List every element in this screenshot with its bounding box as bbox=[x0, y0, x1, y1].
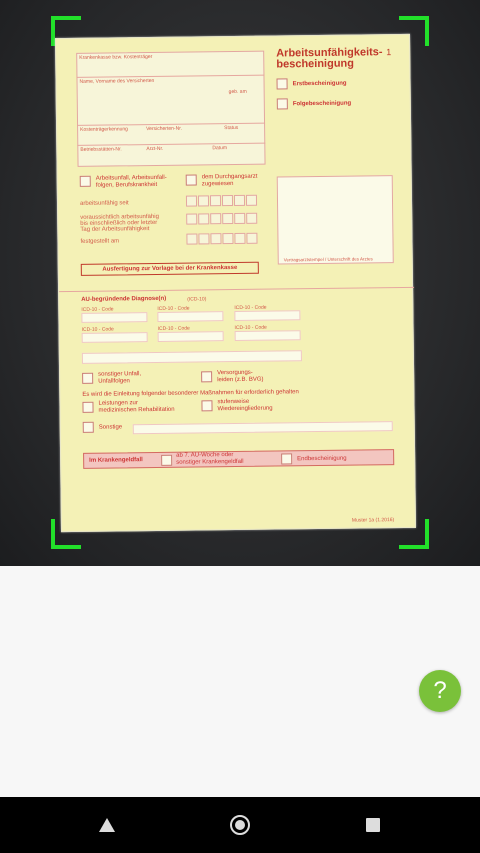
form-title-number: 1 bbox=[386, 47, 392, 58]
label-diagnose: AU-begründende Diagnose(n) bbox=[81, 295, 167, 303]
checkbox-sonstiger-unfall bbox=[82, 372, 94, 384]
checkbox-arbeitsunfall bbox=[79, 175, 91, 187]
field-datum: Datum bbox=[212, 145, 228, 152]
icd-field-5 bbox=[157, 331, 224, 342]
label-leistungen-reha: Leistungen zur medizinischen Rehabilitat… bbox=[98, 400, 175, 414]
field-krankenkasse: Krankenkasse bzw. Kostenträger bbox=[79, 53, 153, 61]
label-voraussichtlich: voraussichtlich arbeitsunfähig bis einsc… bbox=[80, 213, 159, 233]
label-muster: Muster 1a (1.2016) bbox=[351, 517, 395, 524]
checkbox-versorgungsleiden bbox=[201, 371, 213, 383]
icd-field-4 bbox=[81, 332, 148, 343]
field-betriebsstaetten-nr: Betriebsstätten-Nr. bbox=[80, 146, 122, 153]
label-arbeitsunfall: Arbeitsunfall, Arbeitsunfall- folgen, Be… bbox=[95, 174, 167, 189]
label-durchgangsarzt: dem Durchgangsarzt zugewiesen bbox=[201, 173, 258, 188]
diagnosis-text-field bbox=[81, 350, 302, 364]
label-krankengeldfall: Im Krankengeldfall bbox=[89, 457, 143, 464]
field-status: Status bbox=[224, 124, 239, 132]
bottom-panel bbox=[0, 566, 480, 797]
label-folgebescheinigung: Folgebescheinigung bbox=[292, 100, 352, 108]
label-versorgungsleiden: Versorgungs- leiden (z.B. BVG) bbox=[217, 369, 264, 384]
field-kostentraegerkennung: Kostenträgerkennung bbox=[80, 126, 128, 133]
checkbox-ab-7 bbox=[161, 454, 173, 466]
checkbox-wiedereingliederung bbox=[201, 400, 213, 412]
icd-field-2 bbox=[157, 311, 224, 322]
label-stamp: Vertragsarztstempel / Unterschrift des A… bbox=[283, 256, 373, 263]
help-button[interactable]: ? bbox=[419, 670, 461, 712]
label-ab-7: ab 7. AU-Woche oder sonstiger Krankengel… bbox=[176, 452, 244, 466]
field-versicherten-nr: Versicherten-Nr. bbox=[146, 125, 183, 133]
label-sonstige: Sonstige bbox=[98, 424, 123, 431]
back-icon[interactable] bbox=[99, 818, 115, 832]
scanned-document: Krankenkasse bzw. Kostenträger Name, Vor… bbox=[54, 33, 417, 533]
icd-field-6 bbox=[234, 330, 301, 342]
field-arzt-nr: Arzt-Nr. bbox=[146, 145, 164, 153]
checkbox-erstbescheinigung bbox=[276, 78, 288, 90]
label-massnahmen: Es wird die Einleitung folgender besonde… bbox=[82, 389, 299, 398]
icd-field-3 bbox=[234, 310, 301, 322]
checkbox-endbescheinigung bbox=[281, 453, 293, 465]
field-name: Name, Vorname des Versicherten bbox=[79, 77, 155, 85]
label-sonstiger-unfall: sonstiger Unfall, Unfallfolgen bbox=[98, 371, 142, 385]
label-au-seit: arbeitsunfähig seit bbox=[79, 200, 129, 207]
home-icon[interactable] bbox=[230, 815, 250, 835]
doctor-stamp-area bbox=[276, 175, 394, 265]
camera-preview: Krankenkasse bzw. Kostenträger Name, Vor… bbox=[0, 0, 480, 566]
icd-field-1 bbox=[81, 312, 148, 323]
checkbox-leistungen-reha bbox=[82, 401, 94, 413]
label-endbescheinigung: Endbescheinigung bbox=[297, 455, 347, 463]
field-geb-am: geb. am bbox=[228, 88, 247, 96]
label-icd-suffix: (ICD-10) bbox=[187, 296, 207, 303]
sonstige-field bbox=[132, 421, 393, 435]
checkbox-sonstige bbox=[82, 421, 94, 433]
checkbox-durchgangsarzt bbox=[185, 174, 197, 186]
label-erstbescheinigung: Erstbescheinigung bbox=[292, 80, 347, 88]
label-festgestellt: festgestellt am bbox=[80, 238, 120, 245]
checkbox-folgebescheinigung bbox=[276, 98, 288, 110]
label-wiedereingliederung: stufenweise Wiedereingliederung bbox=[217, 398, 273, 413]
recent-apps-icon[interactable] bbox=[366, 818, 380, 832]
